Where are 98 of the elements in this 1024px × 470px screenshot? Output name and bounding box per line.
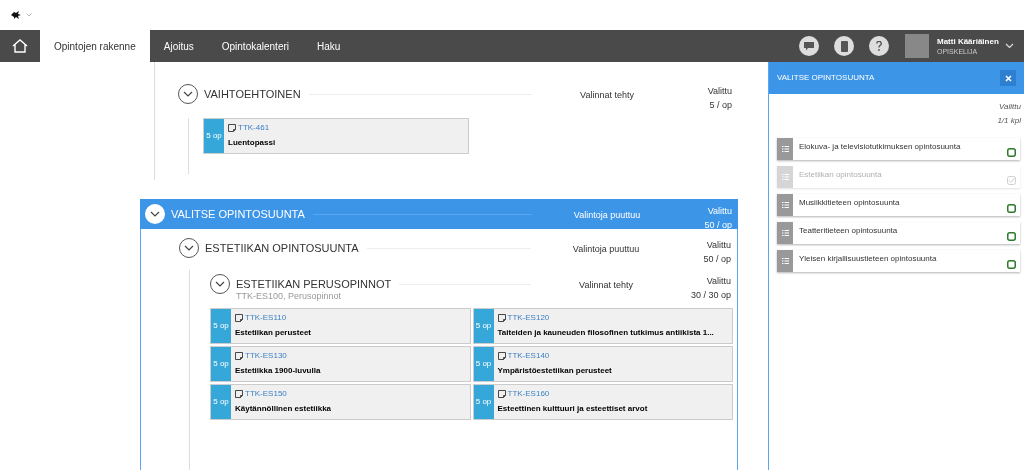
course-card[interactable]: 5 op TTK-ES130 Estetiikka 1900-luvulla (210, 346, 471, 382)
credits-badge: 5 op (211, 309, 231, 343)
option-label: Estetiikan opintosuunta (798, 169, 883, 181)
course-code-link[interactable]: TTK-ES140 (507, 350, 550, 362)
close-button[interactable] (1000, 70, 1016, 86)
course-code-link[interactable]: TTK-ES110 (245, 312, 287, 324)
note-icon (497, 390, 506, 398)
home-icon (12, 39, 28, 53)
note-icon (228, 124, 236, 132)
panel-title: VALITSE OPINTOSUUNTA (777, 72, 875, 84)
course-card[interactable]: 5 op TTK-ES160 Esteettinen kulttuuri ja esteettiset arvot (472, 384, 733, 420)
course-code-link[interactable]: TTK-ES130 (245, 350, 287, 362)
option-label: Elokuva- ja televisiotutkimuksen opintosuunta (798, 141, 962, 153)
course-card[interactable]: 5 op TTK-461 Luentopassi (203, 118, 469, 154)
close-icon (1004, 74, 1012, 82)
list-icon (781, 146, 789, 152)
course-card[interactable]: 5 op TTK-ES110 Estetiikan perusteet (210, 308, 471, 344)
course-name: Estetiikan perusteet (235, 327, 312, 339)
course-card[interactable]: 5 op TTK-ES150 Käytännöllinen estetiikka (210, 384, 471, 420)
group-title: VALITSE OPINTOSUUNTA (171, 207, 305, 221)
credits-text: 50 / op (704, 219, 732, 232)
course-name: Esteettinen kulttuuri ja esteettiset arvot (497, 403, 648, 415)
nav-tab[interactable]: Opintojen rakenne (40, 30, 150, 62)
chat-icon (804, 41, 814, 51)
selected-label: Valittu (706, 239, 731, 252)
collapse-toggle[interactable] (178, 84, 198, 104)
option-label: Yleisen kirjallisuustieteen opintosuunta (798, 253, 938, 265)
avatar-placeholder (905, 34, 929, 58)
course-code-link[interactable]: TTK-ES120 (507, 312, 550, 324)
help-button[interactable] (869, 36, 889, 56)
list-icon (781, 258, 789, 264)
option-label: Teatteritieteen opintosuunta (798, 225, 899, 237)
selected-label: Valittu (707, 85, 732, 98)
status-text: Valintoja puuttuu (572, 209, 642, 222)
group-title: ESTETIIKAN OPINTOSUUNTA (205, 241, 359, 255)
option-item[interactable]: Yleisen kirjallisuustieteen opintosuunta (777, 250, 1020, 272)
chevron-down-icon (184, 245, 194, 251)
phone-icon (840, 40, 848, 52)
course-code-link[interactable]: TTK-ES150 (245, 388, 287, 400)
checkbox-icon[interactable] (1007, 204, 1016, 213)
option-label: Musiikkitieteen opintosuunta (798, 197, 901, 209)
credits-badge: 5 op (204, 119, 224, 153)
list-icon (781, 174, 789, 180)
count-text: 1/1 kpl (997, 115, 1021, 127)
status-text: Valinnat tehty (579, 89, 635, 102)
group-title: ESTETIIKAN PERUSOPINNOT (236, 277, 392, 291)
course-card[interactable]: 5 op TTK-ES120 Taiteiden ja kauneuden filosofinen tutkimus antiikista 1... (472, 308, 733, 344)
selected-label: Valittu (706, 275, 731, 288)
credits-badge: 5 op (473, 347, 494, 381)
chevron-down-icon (150, 211, 160, 217)
checkbox-icon[interactable] (1007, 260, 1016, 269)
chevron-down-icon[interactable] (1005, 43, 1014, 49)
option-item[interactable]: Elokuva- ja televisiotutkimuksen opintosuunta (777, 138, 1020, 160)
note-icon (235, 390, 243, 398)
option-item[interactable]: Musiikkitieteen opintosuunta (777, 194, 1020, 216)
course-code-link[interactable]: TTK-461 (238, 122, 270, 134)
nav-tab[interactable]: Ajoitus (149, 30, 208, 62)
credits-text: 50 / op (703, 253, 731, 266)
help-icon (876, 41, 882, 51)
phone-button[interactable] (834, 36, 854, 56)
credits-text: 5 / op (709, 99, 732, 112)
logo-icon (10, 10, 22, 20)
status-text: Valinnat tehty (578, 279, 634, 292)
group-subtitle: TTK-ES100, Perusopinnot (236, 291, 343, 302)
note-icon (235, 352, 243, 360)
chat-button[interactable] (799, 36, 819, 56)
status-text: Valintoja puuttuu (571, 243, 641, 256)
note-icon (235, 314, 243, 322)
collapse-toggle[interactable] (179, 238, 199, 258)
credits-badge: 5 op (211, 385, 231, 419)
credits-badge: 5 op (473, 385, 494, 419)
user-name: Matti Kääriäinen (937, 36, 997, 47)
course-name: Ympäristöestetiikan perusteet (497, 365, 612, 377)
course-name: Luentopassi (228, 137, 276, 149)
option-item[interactable]: Teatteritieteen opintosuunta (777, 222, 1020, 244)
credits-text: 30 / 30 op (690, 289, 731, 302)
chevron-down-icon (183, 91, 193, 97)
collapse-toggle[interactable] (210, 274, 230, 294)
selected-label: Valittu (707, 205, 732, 218)
checkbox-icon[interactable] (1007, 148, 1016, 157)
note-icon (497, 352, 506, 360)
course-card[interactable]: 5 op TTK-ES140 Ympäristöestetiikan perusteet (472, 346, 733, 382)
group-title: VAIHTOEHTOINEN (204, 87, 301, 101)
note-icon (497, 314, 506, 322)
course-name: Estetiikka 1900-luvulla (235, 365, 321, 377)
credits-badge: 5 op (211, 347, 231, 381)
checkbox-icon[interactable] (1007, 232, 1016, 241)
chevron-down-icon (215, 281, 225, 287)
selected-label: Valittu (999, 101, 1021, 113)
credits-badge: 5 op (473, 309, 494, 343)
nav-tab[interactable]: Opintokalenteri (207, 30, 303, 62)
course-name: Taiteiden ja kauneuden filosofinen tutkimus antiikista 1... (497, 327, 714, 339)
list-icon (781, 230, 789, 236)
course-name: Käytännöllinen estetiikka (235, 403, 332, 415)
nav-tab[interactable]: Haku (303, 30, 355, 62)
course-code-link[interactable]: TTK-ES160 (507, 388, 550, 400)
list-icon (781, 202, 789, 208)
collapse-toggle[interactable] (145, 204, 165, 224)
